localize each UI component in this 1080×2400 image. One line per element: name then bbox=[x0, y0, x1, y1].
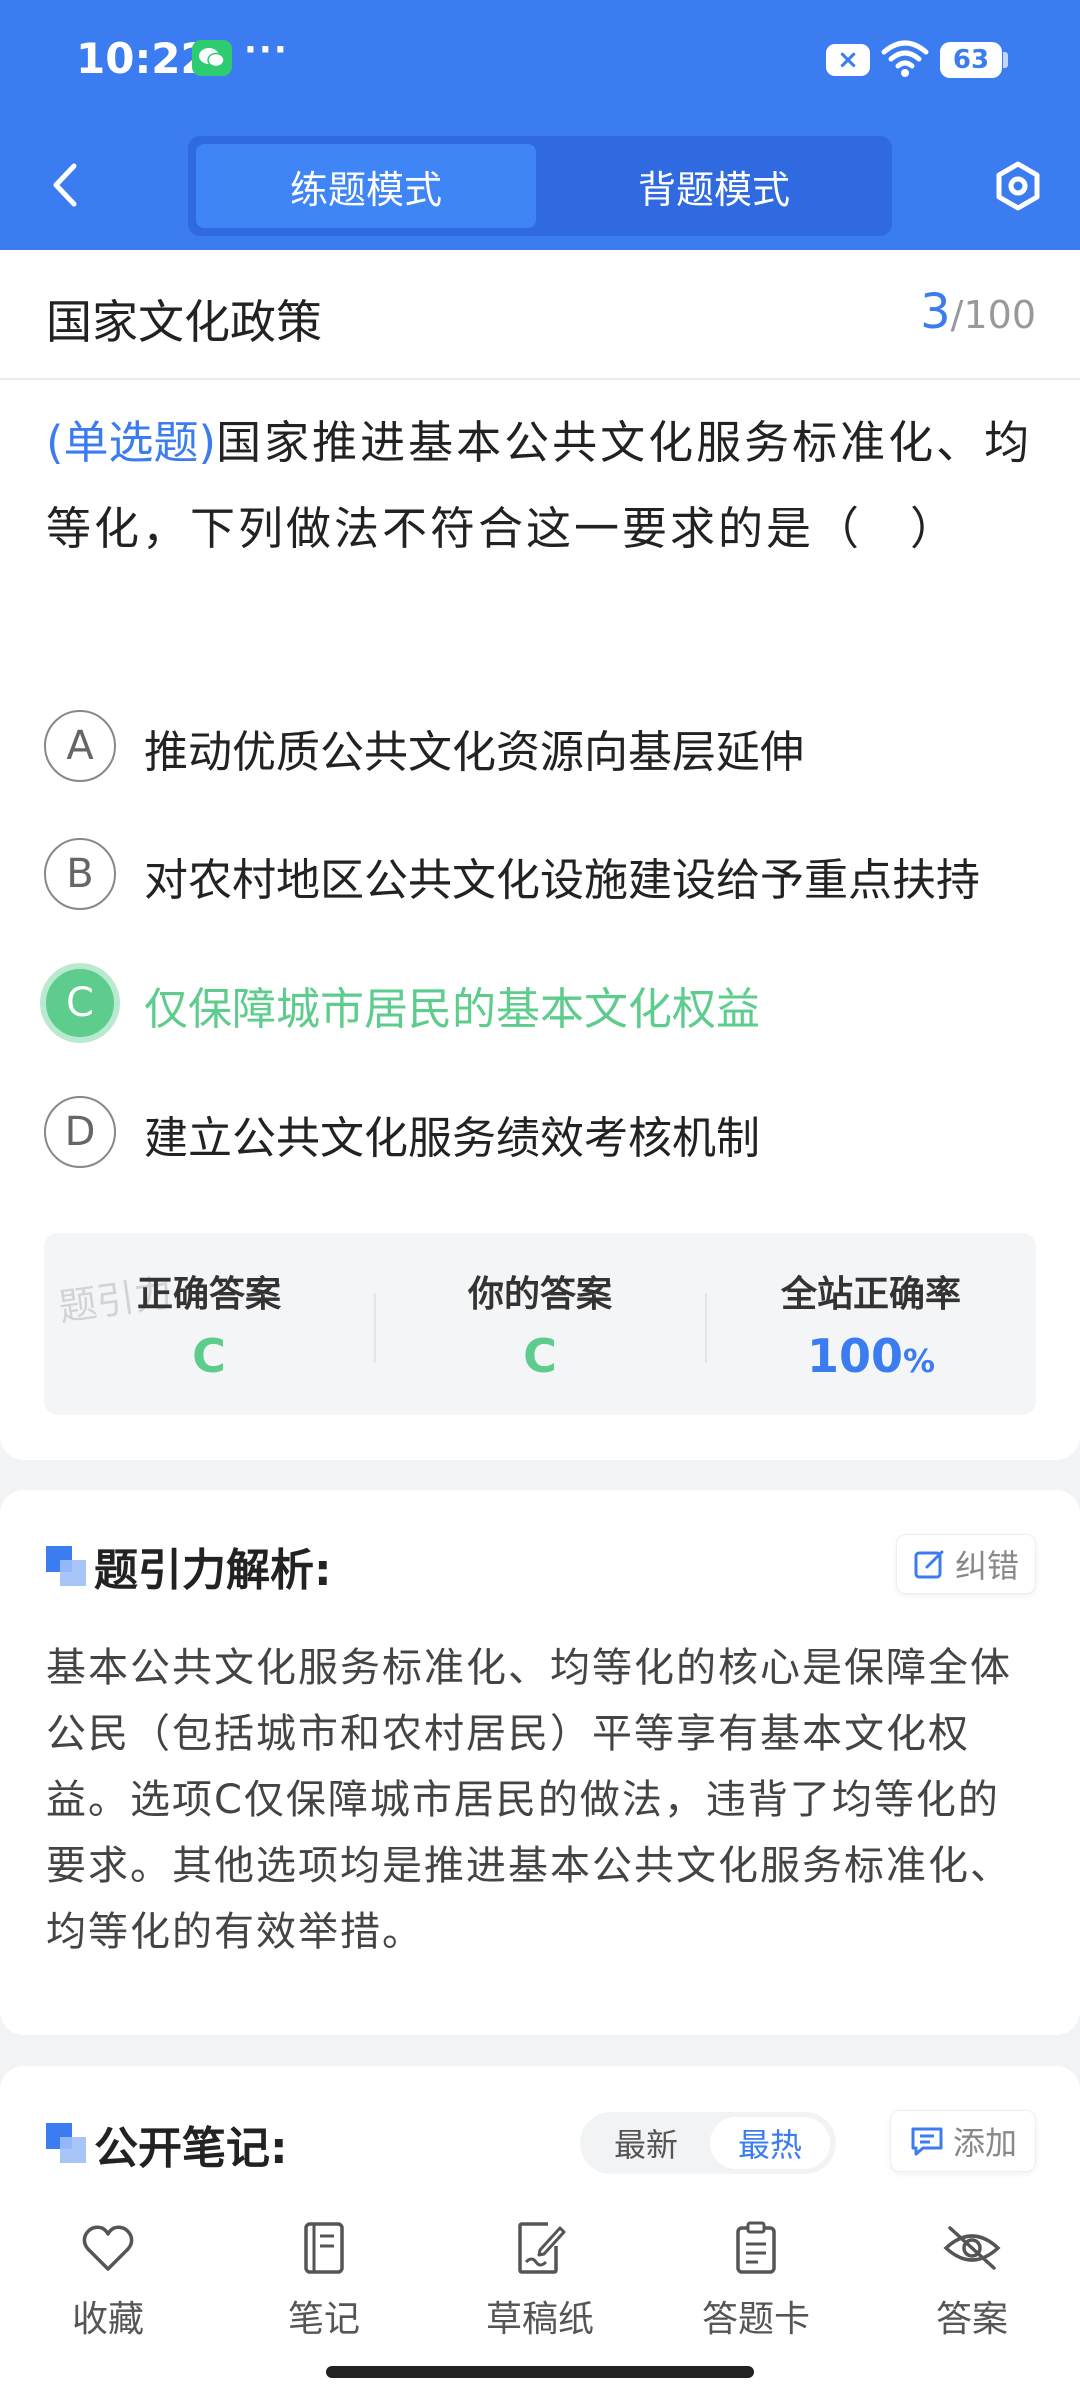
tab-memorize-mode[interactable]: 背题模式 bbox=[544, 144, 884, 228]
nav-favorite[interactable]: 收藏 bbox=[28, 2218, 188, 2340]
option-letter: A bbox=[44, 710, 116, 782]
correct-answer-label: 正确答案 bbox=[136, 1274, 281, 1315]
edit-icon bbox=[914, 1550, 944, 1579]
nav-answer-sheet[interactable]: 答题卡 bbox=[676, 2218, 836, 2340]
total-questions: /100 bbox=[950, 293, 1036, 337]
chevron-left-icon bbox=[53, 163, 77, 207]
option-b[interactable]: B 对农村地区公共文化设施建设给予重点扶持 bbox=[44, 834, 1044, 914]
option-d[interactable]: D 建立公共文化服务绩效考核机制 bbox=[44, 1092, 1044, 1172]
tab-practice-mode[interactable]: 练题模式 bbox=[196, 144, 536, 228]
add-note-label: 添加 bbox=[952, 2124, 1017, 2162]
home-indicator[interactable] bbox=[326, 2366, 754, 2378]
nav-label: 答案 bbox=[935, 2299, 1008, 2340]
your-answer-stat: 你的答案 C bbox=[375, 1233, 705, 1415]
option-letter: B bbox=[44, 838, 116, 910]
question-type: (单选题) bbox=[46, 416, 217, 469]
option-letter: C bbox=[40, 963, 120, 1043]
nav-label: 答题卡 bbox=[701, 2299, 810, 2340]
accuracy-number: 100 bbox=[806, 1329, 903, 1383]
subject-bar: 国家文化政策 3/100 bbox=[0, 250, 1080, 380]
option-c[interactable]: C 仅保障城市居民的基本文化权益 bbox=[40, 963, 1044, 1043]
more-notifications-icon: ··· bbox=[244, 30, 289, 70]
option-text: 推动优质公共文化资源向基层延伸 bbox=[144, 727, 804, 778]
report-error-button[interactable]: 纠错 bbox=[896, 1534, 1036, 1594]
analysis-card: 题引力解析: 纠错 基本公共文化服务标准化、均等化的核心是保障全体公民（包括城市… bbox=[0, 1490, 1080, 2035]
accuracy-value: 100% bbox=[706, 1329, 1036, 1383]
status-bar: 10:22 ··· × 63 bbox=[0, 0, 1080, 120]
heart-icon bbox=[78, 2218, 138, 2278]
subject-title: 国家文化政策 bbox=[46, 295, 322, 349]
battery-icon: 63 bbox=[940, 42, 1002, 78]
status-time: 10:22 bbox=[76, 34, 210, 83]
nav-label: 收藏 bbox=[71, 2299, 144, 2340]
no-sim-icon: × bbox=[826, 44, 870, 76]
option-letter: D bbox=[44, 1096, 116, 1168]
your-answer-label: 你的答案 bbox=[467, 1274, 612, 1315]
nav-label: 草稿纸 bbox=[485, 2299, 594, 2340]
accuracy-label: 全站正确率 bbox=[780, 1274, 961, 1315]
mode-switch: 练题模式 背题模式 bbox=[188, 136, 892, 236]
nav-draft[interactable]: 草稿纸 bbox=[460, 2218, 620, 2340]
answer-summary: 题引力 正确答案 C 你的答案 C 全站正确率 100% bbox=[44, 1233, 1036, 1415]
header: 10:22 ··· × 63 练题模式 背题模式 bbox=[0, 0, 1080, 250]
option-text: 建立公共文化服务绩效考核机制 bbox=[144, 1113, 760, 1164]
option-text: 对农村地区公共文化设施建设给予重点扶持 bbox=[144, 855, 980, 906]
settings-button[interactable] bbox=[988, 156, 1048, 216]
accuracy-stat: 全站正确率 100% bbox=[706, 1233, 1036, 1415]
correct-answer-stat: 正确答案 C bbox=[44, 1233, 374, 1415]
accuracy-unit: % bbox=[902, 1342, 936, 1380]
option-a[interactable]: A 推动优质公共文化资源向基层延伸 bbox=[44, 706, 1044, 786]
question-stem: (单选题)国家推进基本公共文化服务标准化、均等化，下列做法不符合这一要求的是（ … bbox=[46, 400, 1036, 572]
notebook-icon bbox=[294, 2218, 354, 2278]
section-square-icon bbox=[46, 1546, 86, 1586]
nav-answer[interactable]: 答案 bbox=[892, 2218, 1052, 2340]
eye-off-icon bbox=[942, 2218, 1002, 2278]
option-text: 仅保障城市居民的基本文化权益 bbox=[144, 984, 760, 1035]
nav-notes[interactable]: 笔记 bbox=[244, 2218, 404, 2340]
question-card: 国家文化政策 3/100 (单选题)国家推进基本公共文化服务标准化、均等化，下列… bbox=[0, 250, 1080, 1460]
add-note-button[interactable]: 添加 bbox=[890, 2110, 1036, 2172]
your-answer-value: C bbox=[523, 1329, 557, 1383]
section-square-icon bbox=[46, 2123, 86, 2163]
notes-title: 公开笔记: bbox=[94, 2123, 288, 2174]
back-button[interactable] bbox=[40, 160, 90, 210]
question-counter: 3/100 bbox=[920, 284, 1036, 340]
report-error-label: 纠错 bbox=[954, 1547, 1019, 1585]
sort-newest-button[interactable]: 最新 bbox=[586, 2117, 706, 2169]
answer-sheet-icon bbox=[726, 2218, 786, 2278]
current-question-number: 3 bbox=[920, 284, 951, 340]
comment-icon bbox=[911, 2127, 943, 2156]
draft-icon bbox=[510, 2218, 570, 2278]
hex-settings-icon bbox=[996, 161, 1040, 211]
battery-cap bbox=[1003, 52, 1008, 68]
wechat-icon bbox=[192, 40, 232, 76]
wifi-icon bbox=[880, 38, 930, 82]
sort-hottest-button[interactable]: 最热 bbox=[710, 2117, 830, 2169]
nav-label: 笔记 bbox=[287, 2299, 360, 2340]
notes-sort-toggle: 最新 最热 bbox=[580, 2112, 836, 2174]
correct-answer-value: C bbox=[192, 1329, 226, 1383]
analysis-title: 题引力解析: bbox=[94, 1545, 332, 1596]
analysis-text: 基本公共文化服务标准化、均等化的核心是保障全体公民（包括城市和农村居民）平等享有… bbox=[46, 1645, 1012, 1955]
